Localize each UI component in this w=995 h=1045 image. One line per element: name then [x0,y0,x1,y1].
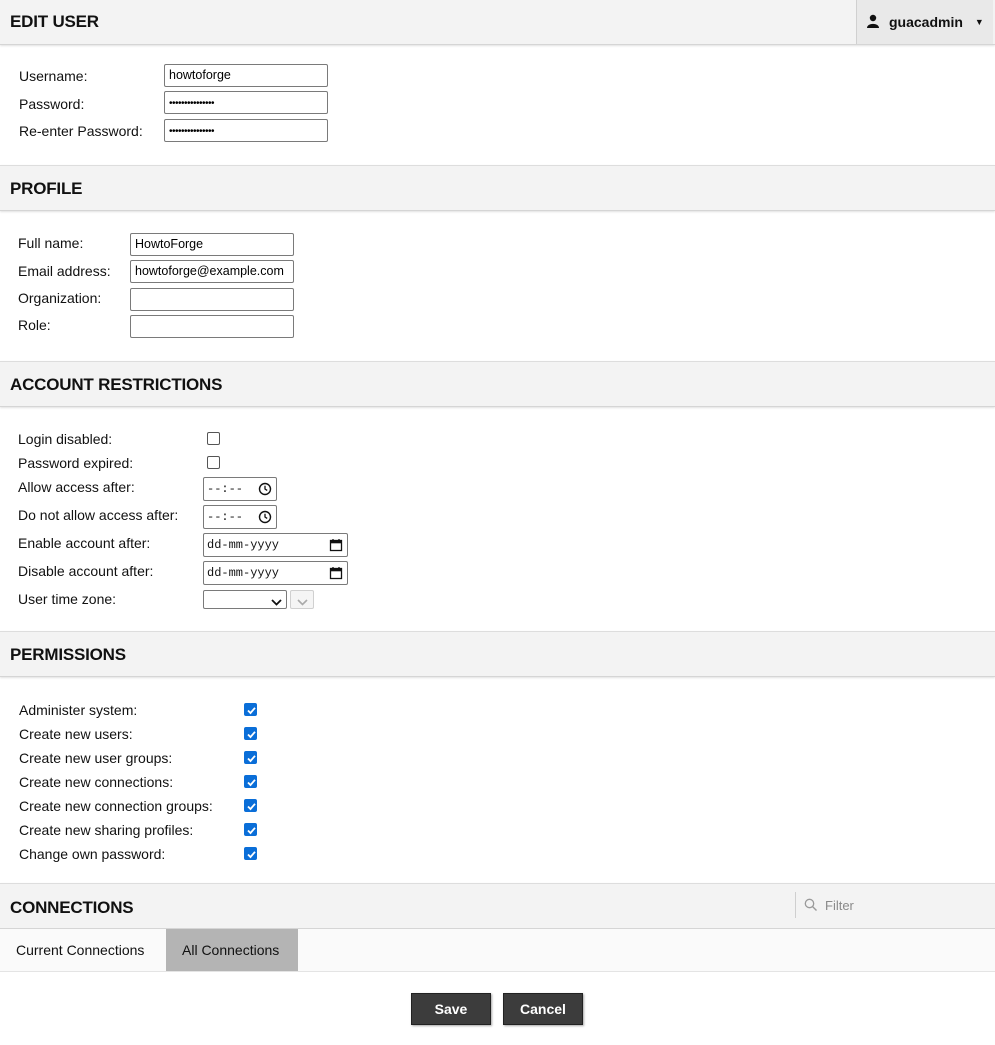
organization-field[interactable] [130,288,294,311]
create-new-sharing-profiles-checkbox[interactable] [244,823,257,836]
cancel-button[interactable]: Cancel [503,993,583,1025]
user-time-zone-label: User time zone: [18,591,117,607]
login-disabled-checkbox[interactable] [207,432,220,445]
user-menu[interactable]: guacadmin ▼ [856,0,993,44]
change-own-password-checkbox[interactable] [244,847,257,860]
login-disabled-label: Login disabled: [18,431,113,447]
filter-input[interactable]: Filter [795,892,993,918]
administer-system-checkbox[interactable] [244,703,257,716]
email-field[interactable]: howtoforge@example.com [130,260,294,283]
user-menu-username: guacadmin [889,14,963,30]
person-icon [867,14,879,31]
disable-account-after-label: Disable account after: [18,563,154,579]
organization-label: Organization: [18,290,102,306]
create-new-connection-groups-checkbox[interactable] [244,799,257,812]
tab-current-connections[interactable]: Current Connections [0,929,160,971]
reenter-password-label: Re-enter Password: [19,123,143,139]
create-new-user-groups-label: Create new user groups: [19,750,173,766]
tab-current-connections-label: Current Connections [16,942,145,958]
tab-all-connections-label: All Connections [182,942,280,958]
password-expired-checkbox[interactable] [207,456,220,469]
profile-title: PROFILE [10,179,83,198]
disable-account-after-date-input[interactable]: dd-mm-yyyy [203,561,348,585]
enable-account-after-placeholder: dd-mm-yyyy [207,538,280,552]
administer-system-label: Administer system: [19,702,138,718]
password-field[interactable]: ••••••••••••••• [164,91,328,114]
password-expired-label: Password expired: [18,455,134,471]
chevron-down-icon [297,594,308,612]
time-zone-select[interactable] [290,590,314,609]
role-field[interactable] [130,315,294,338]
username-label: Username: [19,68,88,84]
connections-tabs: Current Connections All Connections [0,929,995,972]
connections-title: CONNECTIONS [10,898,134,917]
calendar-icon[interactable] [329,538,343,556]
create-new-user-groups-checkbox[interactable] [244,751,257,764]
calendar-icon[interactable] [329,566,343,584]
do-not-allow-access-after-time-input[interactable]: --:-- [203,505,277,529]
caret-down-icon: ▼ [974,17,984,27]
profile-header: PROFILE [0,165,995,211]
allow-access-after-time-input[interactable]: --:-- [203,477,277,501]
edit-user-header: EDIT USER guacadmin ▼ [0,0,995,45]
permissions-title: PERMISSIONS [10,645,126,664]
do-not-allow-access-after-label: Do not allow access after: [18,507,179,523]
account-restrictions-header: ACCOUNT RESTRICTIONS [0,361,995,407]
allow-access-after-label: Allow access after: [18,479,135,495]
clock-icon[interactable] [258,510,272,528]
enable-account-after-label: Enable account after: [18,535,151,551]
create-new-sharing-profiles-label: Create new sharing profiles: [19,822,194,838]
chevron-down-icon [271,594,282,612]
save-button[interactable]: Save [411,993,491,1025]
do-not-allow-access-after-placeholder: --:-- [207,510,244,524]
create-new-connections-label: Create new connections: [19,774,174,790]
account-restrictions-title: ACCOUNT RESTRICTIONS [10,375,223,394]
clock-icon[interactable] [258,482,272,500]
connections-header: CONNECTIONS Filter [0,883,995,929]
tab-all-connections[interactable]: All Connections [166,929,298,971]
create-new-connections-checkbox[interactable] [244,775,257,788]
reenter-password-field[interactable]: ••••••••••••••• [164,119,328,142]
role-label: Role: [18,317,51,333]
full-name-field[interactable]: HowtoForge [130,233,294,256]
create-new-users-label: Create new users: [19,726,133,742]
allow-access-after-placeholder: --:-- [207,482,244,496]
enable-account-after-date-input[interactable]: dd-mm-yyyy [203,533,348,557]
time-zone-region-select[interactable] [203,590,287,609]
filter-placeholder: Filter [825,897,854,913]
full-name-label: Full name: [18,235,84,251]
edit-user-title: EDIT USER [10,12,99,31]
disable-account-after-placeholder: dd-mm-yyyy [207,566,280,580]
create-new-users-checkbox[interactable] [244,727,257,740]
password-label: Password: [19,96,85,112]
change-own-password-label: Change own password: [19,846,166,862]
permissions-header: PERMISSIONS [0,631,995,677]
email-label: Email address: [18,263,111,279]
create-new-connection-groups-label: Create new connection groups: [19,798,213,814]
search-icon [804,898,818,912]
username-field[interactable]: howtoforge [164,64,328,87]
